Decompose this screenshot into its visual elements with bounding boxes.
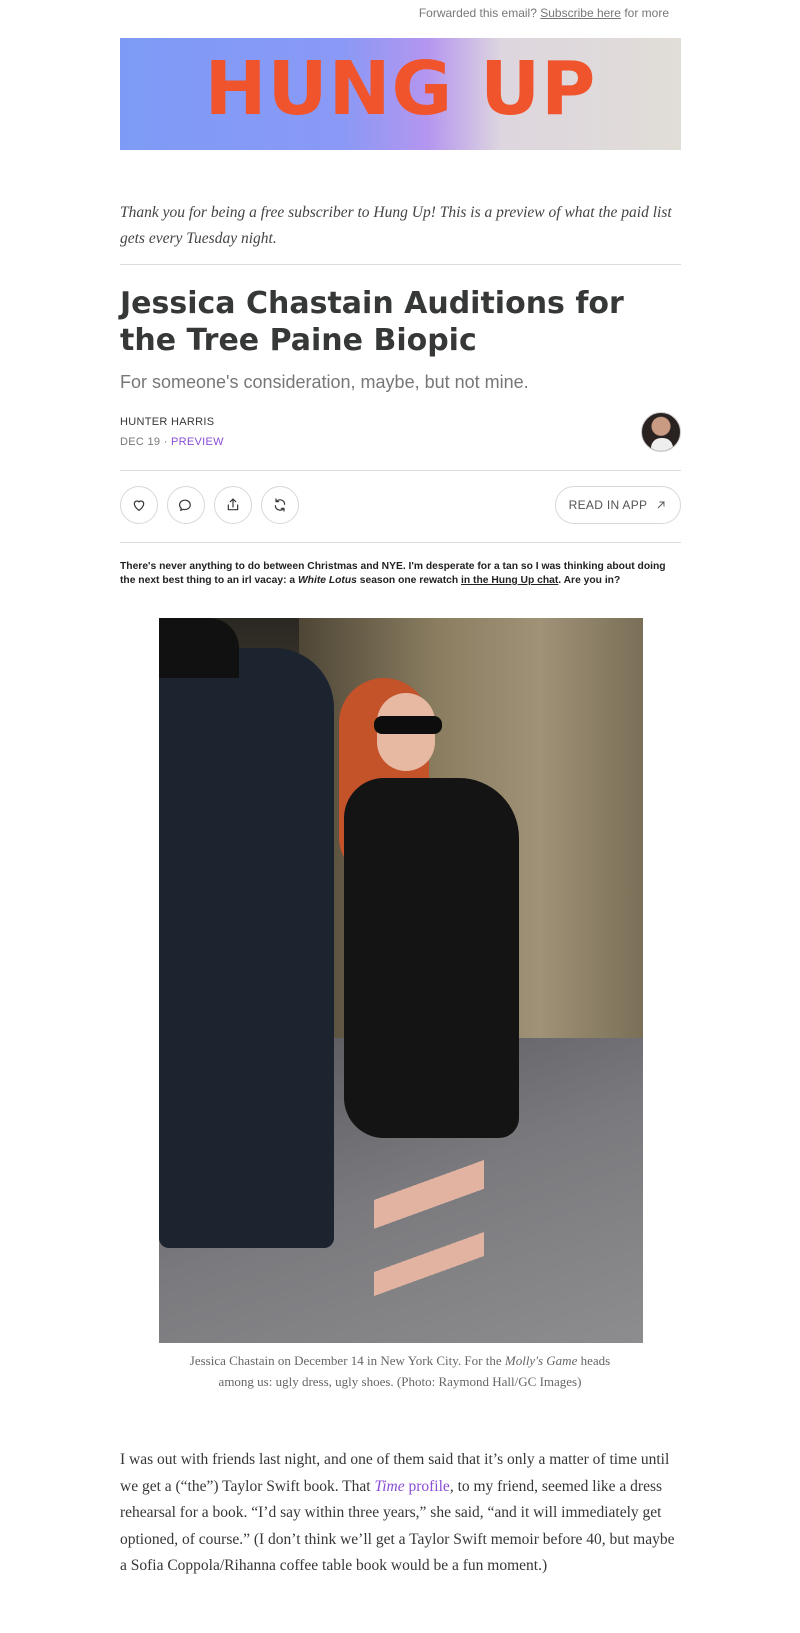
note-text: . Are you in? — [558, 575, 621, 586]
post-meta: DEC 19 · PREVIEW — [120, 436, 224, 448]
forward-prefix: Forwarded this email? — [418, 6, 537, 20]
preview-badge: PREVIEW — [171, 436, 224, 448]
divider — [120, 542, 681, 543]
comment-button[interactable] — [167, 486, 205, 524]
forward-suffix: for more — [624, 6, 669, 20]
note-text: season one rewatch — [356, 575, 462, 586]
heart-icon — [133, 500, 145, 511]
like-button[interactable] — [120, 486, 158, 524]
photo-officer-hat — [159, 618, 239, 678]
photo-caption: Jessica Chastain on December 14 in New Y… — [180, 1350, 620, 1392]
comment-icon — [179, 499, 191, 511]
photo-leather-coat — [344, 778, 519, 1138]
photo-legs — [374, 1128, 484, 1328]
banner-logo-text: HUNG UP — [204, 46, 597, 132]
caption-film-title: Molly's Game — [504, 1353, 578, 1368]
photo-officer — [159, 648, 334, 1248]
chat-note: There's never anything to do between Chr… — [120, 560, 681, 588]
time-profile-link[interactable]: Time profile — [374, 1478, 449, 1495]
divider — [120, 264, 681, 265]
divider — [120, 470, 681, 471]
read-in-app-label: READ IN APP — [568, 498, 648, 512]
meta-separator: · — [163, 436, 168, 448]
author-name[interactable]: HUNTER HARRIS — [120, 416, 214, 428]
post-actions: READ IN APP — [120, 486, 681, 526]
link-text: profile — [404, 1477, 450, 1495]
arrow-up-right-icon — [658, 501, 665, 509]
subscriber-intro: Thank you for being a free subscriber to… — [120, 204, 672, 247]
read-in-app-button[interactable]: READ IN APP — [555, 486, 681, 524]
restack-icon — [274, 498, 286, 512]
photo-sunglasses — [374, 716, 442, 734]
newsletter-banner[interactable]: HUNG UP — [120, 38, 681, 150]
article-photo[interactable] — [159, 618, 643, 1343]
share-button[interactable] — [214, 486, 252, 524]
post-subtitle: For someone's consideration, maybe, but … — [120, 372, 529, 392]
body-paragraph: I was out with friends last night, and o… — [120, 1447, 681, 1580]
forward-line: Forwarded this email? Subscribe here for… — [419, 6, 669, 20]
share-icon — [227, 498, 239, 511]
post-title[interactable]: Jessica Chastain Auditions for the Tree … — [120, 285, 681, 359]
post-date: DEC 19 — [120, 436, 161, 448]
caption-text: Jessica Chastain on December 14 in New Y… — [189, 1353, 505, 1368]
restack-button[interactable] — [261, 486, 299, 524]
chat-link[interactable]: in the Hung Up chat — [461, 575, 558, 586]
author-avatar[interactable] — [641, 412, 681, 452]
subscribe-link[interactable]: Subscribe here — [540, 6, 621, 20]
link-italic: Time — [374, 1477, 405, 1495]
note-show-title: White Lotus — [297, 575, 357, 586]
